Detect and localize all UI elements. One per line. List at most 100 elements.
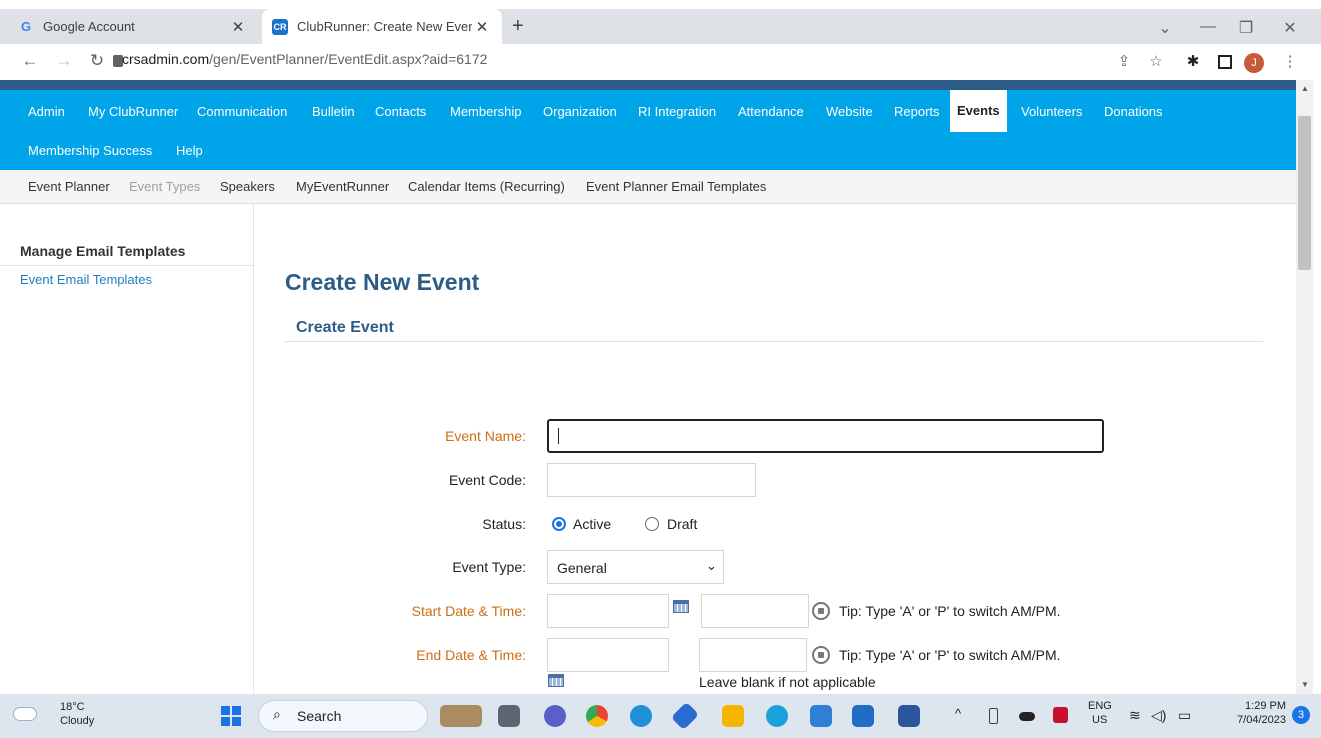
onedrive-icon[interactable] (1019, 712, 1035, 721)
event-type-select[interactable]: General ⌄ (547, 550, 724, 584)
subnav-myeventrunner[interactable]: MyEventRunner (296, 179, 389, 194)
nav-ri-integration[interactable]: RI Integration (638, 104, 716, 119)
back-icon[interactable]: ← (19, 51, 41, 71)
taskbar-search[interactable]: ⌕ Search (258, 700, 428, 732)
text-cursor (558, 428, 559, 444)
language-bottom[interactable]: US (1092, 714, 1107, 726)
chevron-down-icon: ⌄ (706, 558, 717, 573)
start-calendar-icon[interactable] (673, 600, 689, 613)
scroll-up-icon[interactable]: ▲ (1301, 84, 1309, 93)
move-icon (812, 646, 830, 664)
profile-avatar[interactable]: J (1244, 53, 1264, 73)
start-time-input[interactable] (701, 594, 809, 628)
nav-organization[interactable]: Organization (543, 104, 617, 119)
bookmark-star-icon[interactable]: ☆ (1146, 52, 1166, 70)
status-draft-radio[interactable] (645, 517, 659, 531)
nav-help[interactable]: Help (176, 143, 203, 158)
nav-membership-success[interactable]: Membership Success (28, 143, 152, 158)
mail-icon[interactable] (852, 705, 874, 727)
browser-tab-strip: G Google Account ✕ CR ClubRunner: Create… (0, 9, 1321, 44)
tray-device-icon[interactable] (989, 708, 998, 724)
scroll-down-icon[interactable]: ▼ (1301, 680, 1309, 689)
sidebar-heading: Manage Email Templates (20, 243, 186, 259)
event-name-input[interactable] (547, 419, 1104, 453)
subnav-event-types[interactable]: Event Types (129, 179, 200, 194)
word-icon[interactable] (898, 705, 920, 727)
clubrunner-favicon-icon: CR (272, 18, 288, 35)
chrome-icon[interactable] (586, 705, 608, 727)
nav-donations[interactable]: Donations (1104, 104, 1163, 119)
event-code-label: Event Code: (448, 472, 526, 488)
tab-search-chevron-icon[interactable]: ⌄ (1150, 18, 1180, 38)
tab-clubrunner[interactable]: CR ClubRunner: Create New Event ✕ (262, 9, 502, 44)
end-time-tip: Tip: Type 'A' or 'P' to switch AM/PM. (812, 646, 1061, 664)
weather-temp[interactable]: 18°C (60, 701, 85, 713)
restore-icon[interactable]: ❐ (1231, 18, 1261, 38)
tab-google-account[interactable]: G Google Account ✕ (8, 9, 258, 44)
close-tab-icon[interactable]: ✕ (228, 18, 248, 36)
nav-bulletin[interactable]: Bulletin (312, 104, 355, 119)
nav-contacts[interactable]: Contacts (375, 104, 426, 119)
windows-start-icon[interactable] (221, 706, 241, 726)
weather-desc[interactable]: Cloudy (60, 715, 94, 727)
edge-icon[interactable] (766, 705, 788, 727)
sidebar: Manage Email Templates Event Email Templ… (0, 204, 254, 694)
subnav-calendar-items[interactable]: Calendar Items (Recurring) (408, 179, 565, 194)
teams-chat-icon[interactable] (544, 705, 566, 727)
end-date-label: End Date & Time: (416, 647, 526, 663)
event-code-input[interactable] (547, 463, 756, 497)
secondary-nav: Event Planner Event Types Speakers MyEve… (0, 170, 1296, 204)
store-icon[interactable] (810, 705, 832, 727)
new-tab-button[interactable]: + (512, 15, 524, 38)
nav-attendance[interactable]: Attendance (738, 104, 804, 119)
nav-volunteers[interactable]: Volunteers (1021, 104, 1082, 119)
close-tab-icon[interactable]: ✕ (472, 18, 492, 36)
start-date-input[interactable] (547, 594, 669, 628)
nav-communication[interactable]: Communication (197, 104, 287, 119)
nav-events[interactable]: Events (950, 90, 1007, 132)
file-explorer-icon[interactable] (722, 705, 744, 727)
subnav-email-templates[interactable]: Event Planner Email Templates (586, 179, 766, 194)
subnav-event-planner[interactable]: Event Planner (28, 179, 110, 194)
task-view-icon[interactable] (498, 705, 520, 727)
status-active-label[interactable]: Active (573, 516, 611, 532)
nav-admin[interactable]: Admin (28, 104, 65, 119)
address-bar[interactable]: crsadmin.com/gen/EventPlanner/EventEdit.… (122, 51, 487, 67)
clock-time[interactable]: 1:29 PM (1226, 700, 1286, 712)
browser-menu-icon[interactable]: ⋮ (1280, 52, 1300, 70)
scrollbar-thumb[interactable] (1298, 116, 1311, 270)
sidebar-link-event-email-templates[interactable]: Event Email Templates (20, 272, 152, 287)
tray-overflow-icon[interactable]: ^ (955, 706, 961, 721)
notification-badge[interactable]: 3 (1292, 706, 1310, 724)
end-time-input[interactable] (699, 638, 807, 672)
wifi-icon[interactable]: ≋ (1129, 707, 1141, 724)
cloud-icon[interactable] (14, 708, 36, 720)
nav-reports[interactable]: Reports (894, 104, 940, 119)
forward-icon[interactable]: → (53, 51, 75, 71)
volume-icon[interactable]: ◁) (1151, 707, 1166, 724)
window-close-icon[interactable]: ✕ (1275, 18, 1305, 38)
language-top[interactable]: ENG (1088, 700, 1112, 712)
subnav-speakers[interactable]: Speakers (220, 179, 275, 194)
side-panel-icon[interactable] (1218, 55, 1232, 69)
share-icon[interactable]: ⇪ (1114, 52, 1134, 70)
minimize-icon[interactable]: — (1193, 18, 1223, 36)
page-title: Create New Event (285, 269, 480, 295)
pinned-app-icon[interactable] (670, 701, 700, 731)
beaver-widget-icon[interactable] (440, 705, 482, 727)
event-name-label: Event Name: (445, 428, 526, 444)
extensions-icon[interactable]: ✱ (1183, 52, 1203, 70)
end-calendar-icon[interactable] (548, 674, 564, 687)
security-app-icon[interactable] (1053, 707, 1068, 723)
copilot-icon[interactable] (630, 705, 652, 727)
end-date-input[interactable] (547, 638, 669, 672)
nav-website[interactable]: Website (826, 104, 873, 119)
clock-date[interactable]: 7/04/2023 (1216, 714, 1286, 726)
nav-my-clubrunner[interactable]: My ClubRunner (88, 104, 178, 119)
nav-membership[interactable]: Membership (450, 104, 522, 119)
url-host: crsadmin.com (122, 51, 210, 67)
reload-icon[interactable]: ↻ (86, 51, 108, 71)
status-active-radio[interactable] (552, 517, 566, 531)
status-draft-label[interactable]: Draft (667, 516, 697, 532)
battery-icon[interactable]: ▭ (1178, 707, 1191, 724)
